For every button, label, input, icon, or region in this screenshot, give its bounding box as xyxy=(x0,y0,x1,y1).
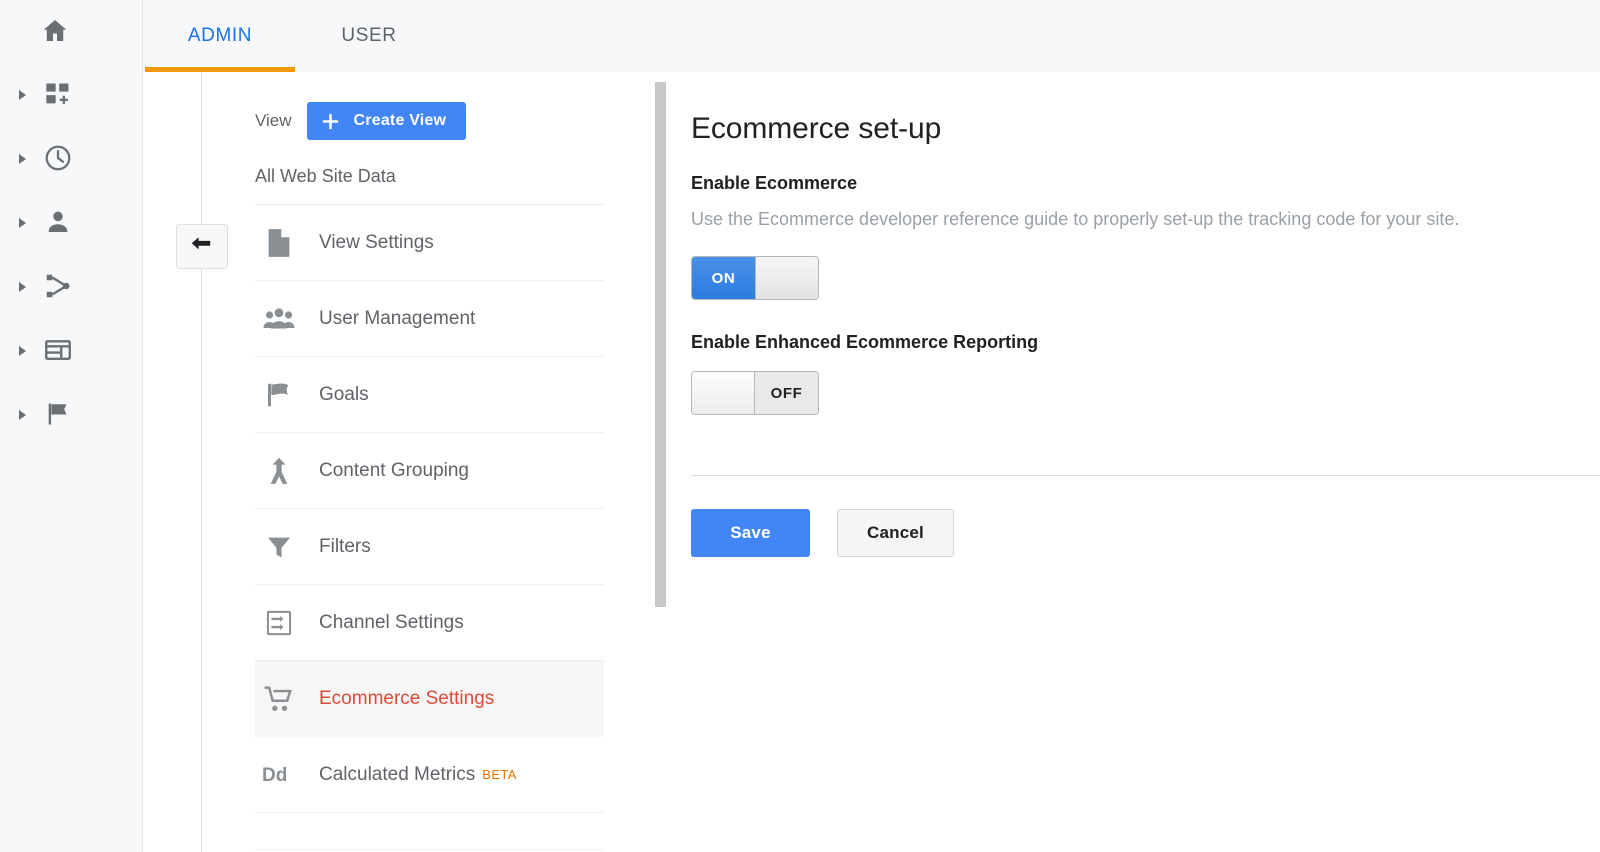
view-label: View xyxy=(255,111,292,130)
enhanced-ecommerce-toggle[interactable]: OFF xyxy=(691,371,819,415)
menu-item-calculated-metrics[interactable]: Dd Calculated Metrics BETA xyxy=(255,737,604,813)
menu-item-label: Calculated Metrics xyxy=(319,763,476,785)
menu-item-user-management[interactable]: User Management xyxy=(255,281,604,357)
menu-item-goals[interactable]: Goals xyxy=(255,357,604,433)
tab-admin-label: ADMIN xyxy=(187,25,253,46)
chevron-right-icon xyxy=(18,153,28,164)
shopping-cart-icon xyxy=(261,681,297,717)
rail-item-conversions[interactable] xyxy=(0,382,143,446)
enable-ecommerce-description: Use the Ecommerce developer reference gu… xyxy=(691,209,1460,229)
enable-ecommerce-toggle[interactable]: ON xyxy=(691,256,819,300)
menu-item-label: Filters xyxy=(319,535,371,557)
tab-user-label: USER xyxy=(341,25,397,46)
audience-person-icon xyxy=(42,206,74,238)
enhanced-ecommerce-label: Enable Enhanced Ecommerce Reporting xyxy=(691,332,1039,352)
chevron-right-icon xyxy=(18,217,28,228)
view-settings-pane: View Create View All Web Site Data View … xyxy=(255,72,740,852)
customization-icon xyxy=(42,78,74,110)
enhanced-ecommerce-toggle-knob xyxy=(692,372,756,414)
acquisition-share-icon xyxy=(42,270,74,302)
realtime-clock-icon xyxy=(42,142,74,174)
analytics-admin-page: ADMIN USER View Create View All Web Site… xyxy=(0,0,1600,852)
content-divider xyxy=(691,475,1600,476)
admin-body: View Create View All Web Site Data View … xyxy=(143,72,1600,852)
conversions-flag-icon xyxy=(42,398,74,430)
enable-ecommerce-toggle-knob xyxy=(754,257,818,299)
ecommerce-setup-panel: Ecommerce set-up Enable Ecommerce Use th… xyxy=(691,72,1600,852)
rail-item-customization[interactable] xyxy=(0,62,143,126)
enhanced-ecommerce-toggle-state: OFF xyxy=(755,372,818,414)
svg-text:Dd: Dd xyxy=(262,765,287,786)
menu-item-label: View Settings xyxy=(319,231,434,253)
people-icon xyxy=(261,301,297,337)
settings-scrollbar-thumb[interactable] xyxy=(655,82,666,607)
chevron-right-icon xyxy=(18,409,28,420)
vertical-divider xyxy=(201,72,202,852)
tab-user[interactable]: USER xyxy=(309,0,429,72)
enable-ecommerce-toggle-state: ON xyxy=(692,257,755,299)
rail-item-audience[interactable] xyxy=(0,190,143,254)
menu-item-view-settings[interactable]: View Settings xyxy=(255,205,604,281)
save-button[interactable]: Save xyxy=(691,509,810,557)
view-selector-row: View Create View xyxy=(255,102,740,140)
create-view-label: Create View xyxy=(353,112,447,129)
admin-user-tabs: ADMIN USER xyxy=(143,0,1600,72)
home-icon[interactable] xyxy=(38,14,72,48)
tab-admin[interactable]: ADMIN xyxy=(145,0,295,72)
rail-item-acquisition[interactable] xyxy=(0,254,143,318)
beta-badge: BETA xyxy=(482,767,517,782)
flag-icon xyxy=(261,377,297,413)
dd-icon: Dd xyxy=(261,757,297,793)
menu-item-channel-settings[interactable]: Channel Settings xyxy=(255,585,604,661)
selected-view-name[interactable]: All Web Site Data xyxy=(255,166,604,205)
menu-item-label: Goals xyxy=(319,383,369,405)
chevron-right-icon xyxy=(18,345,28,356)
main-column: ADMIN USER View Create View All Web Site… xyxy=(143,0,1600,852)
behavior-layout-icon xyxy=(42,334,74,366)
create-view-button[interactable]: Create View xyxy=(306,102,467,140)
menu-item-label: Ecommerce Settings xyxy=(319,687,495,709)
chevron-right-icon xyxy=(18,281,28,292)
channel-settings-icon xyxy=(261,605,297,641)
document-icon xyxy=(261,225,297,261)
funnel-icon xyxy=(261,529,297,565)
form-actions: Save Cancel xyxy=(691,509,1600,557)
page-title: Ecommerce set-up xyxy=(691,112,942,145)
rail-item-behavior[interactable] xyxy=(0,318,143,382)
menu-item-filters[interactable]: Filters xyxy=(255,509,604,585)
menu-item-label: Channel Settings xyxy=(319,611,464,633)
chevron-right-icon xyxy=(18,89,28,100)
menu-item-label: User Management xyxy=(319,307,476,329)
left-nav-rail xyxy=(0,0,143,852)
menu-item-content-grouping[interactable]: Content Grouping xyxy=(255,433,604,509)
back-arrow-icon xyxy=(189,233,215,260)
enable-ecommerce-label: Enable Ecommerce xyxy=(691,173,858,193)
menu-bottom-divider xyxy=(255,849,604,850)
menu-item-label: Content Grouping xyxy=(319,459,469,481)
settings-scrollbar-track[interactable] xyxy=(651,72,666,852)
menu-item-ecommerce-settings[interactable]: Ecommerce Settings xyxy=(255,661,604,737)
back-button[interactable] xyxy=(176,224,228,269)
rail-item-realtime[interactable] xyxy=(0,126,143,190)
cancel-button[interactable]: Cancel xyxy=(837,509,954,557)
plus-icon xyxy=(321,112,340,131)
content-grouping-icon xyxy=(261,453,297,489)
admin-settings-menu: View Settings User Management Goals Cont… xyxy=(255,205,604,850)
